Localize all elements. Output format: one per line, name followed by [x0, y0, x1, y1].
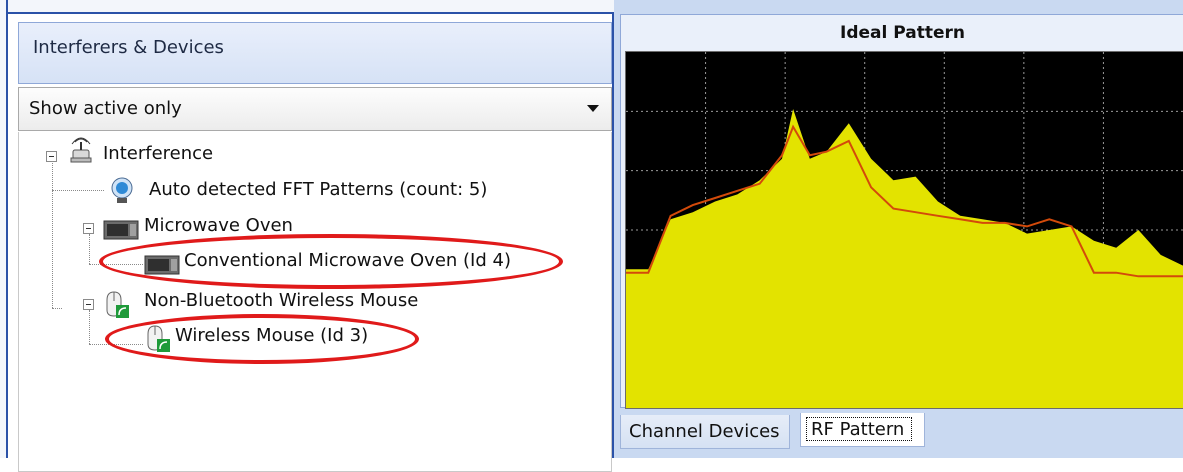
panel-header: Interferers & Devices [18, 22, 612, 84]
tree-connector [52, 163, 53, 308]
tree-item-interference[interactable]: Interference [103, 143, 213, 164]
focus-rectangle [806, 417, 912, 441]
pattern-panel: Ideal Pattern Channel Devices RF Pattern [614, 0, 1183, 458]
tab-channel-devices[interactable]: Channel Devices [620, 415, 790, 449]
rf-pattern-chart [626, 52, 1183, 408]
highlight-ring [99, 234, 563, 289]
tree-connector [89, 310, 90, 344]
tree-item-non-bluetooth-mouse[interactable]: Non-Bluetooth Wireless Mouse [144, 290, 418, 311]
device-tree: Interference Auto detected FFT Patterns … [18, 132, 612, 472]
tab-label: Channel Devices [629, 421, 780, 442]
dropdown-arrow-icon[interactable] [587, 105, 599, 112]
collapse-toggle-microwave[interactable] [83, 223, 94, 234]
tree-item-microwave-oven[interactable]: Microwave Oven [144, 215, 293, 236]
top-border [8, 0, 614, 14]
highlight-ring [105, 314, 419, 364]
filter-dropdown[interactable]: Show active only [18, 87, 612, 131]
collapse-toggle-wireless-mouse[interactable] [83, 299, 94, 310]
chart-container: Ideal Pattern [620, 14, 1183, 409]
fft-pattern-icon [111, 177, 133, 203]
plot-frame [625, 51, 1183, 409]
tab-strip: Channel Devices RF Pattern [620, 410, 1183, 458]
tab-rf-pattern[interactable]: RF Pattern [800, 413, 925, 447]
wireless-mouse-icon [106, 291, 129, 318]
interferers-panel: Interferers & Devices Show active only I… [8, 14, 614, 472]
chart-title: Ideal Pattern [840, 23, 965, 43]
filter-selected-value: Show active only [29, 98, 182, 119]
antenna-icon [70, 137, 92, 163]
microwave-icon [103, 220, 139, 240]
window-edge [0, 0, 8, 458]
tree-connector [89, 234, 90, 264]
tree-connector [52, 190, 104, 191]
tree-item-fft-patterns[interactable]: Auto detected FFT Patterns (count: 5) [149, 179, 487, 200]
tree-connector [52, 308, 62, 309]
collapse-toggle-interference[interactable] [46, 151, 57, 162]
